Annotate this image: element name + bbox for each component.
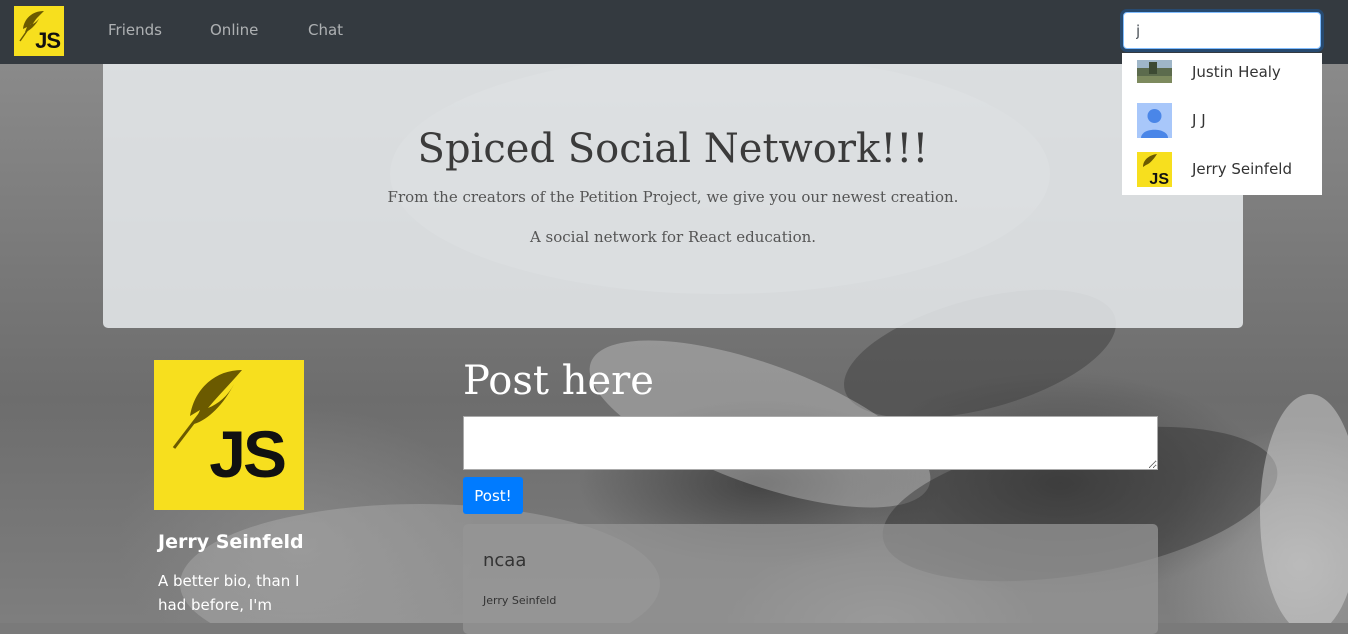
svg-text:JS: JS [1149,171,1169,187]
post-author[interactable]: Jerry Seinfeld [483,594,556,607]
search-results-dropdown: Justin Healy J J JS Jerry Seinfeld [1122,53,1322,195]
user-search-input[interactable] [1123,12,1321,49]
post-card: ncaa Jerry Seinfeld [463,524,1158,634]
site-subtitle: From the creators of the Petition Projec… [387,188,959,206]
nav-link-chat[interactable]: Chat [308,21,343,39]
site-tagline: A social network for React education. [529,228,817,246]
post-textarea[interactable] [463,416,1158,470]
post-button[interactable]: Post! [463,477,523,514]
logo-text: JS [35,28,61,53]
nav-link-online[interactable]: Online [210,21,258,39]
hero-jumbotron: Spiced Social Network!!! From the creato… [103,64,1243,328]
post-heading: Post here [463,358,654,404]
avatar-logo-text: JS [209,417,287,491]
profile-avatar[interactable]: JS [154,360,304,510]
default-user-avatar-icon [1137,103,1172,138]
search-result-item[interactable]: Justin Healy [1122,53,1322,93]
site-title: Spiced Social Network!!! [417,126,929,172]
search-result-name: Justin Healy [1192,63,1281,81]
js-logo[interactable]: JS [14,6,64,56]
landscape-photo-thumbnail [1137,60,1172,83]
js-logo-thumbnail: JS [1137,152,1172,187]
profile-bio: A better bio, than I had before, I'm [158,572,300,614]
search-result-name: J J [1192,111,1206,129]
profile-name: Jerry Seinfeld [158,531,304,553]
search-result-name: Jerry Seinfeld [1192,160,1292,178]
post-text: ncaa [483,550,527,571]
search-result-item[interactable]: J J [1122,101,1322,141]
nav-link-friends[interactable]: Friends [108,21,162,39]
search-result-item[interactable]: JS Jerry Seinfeld [1122,150,1322,190]
